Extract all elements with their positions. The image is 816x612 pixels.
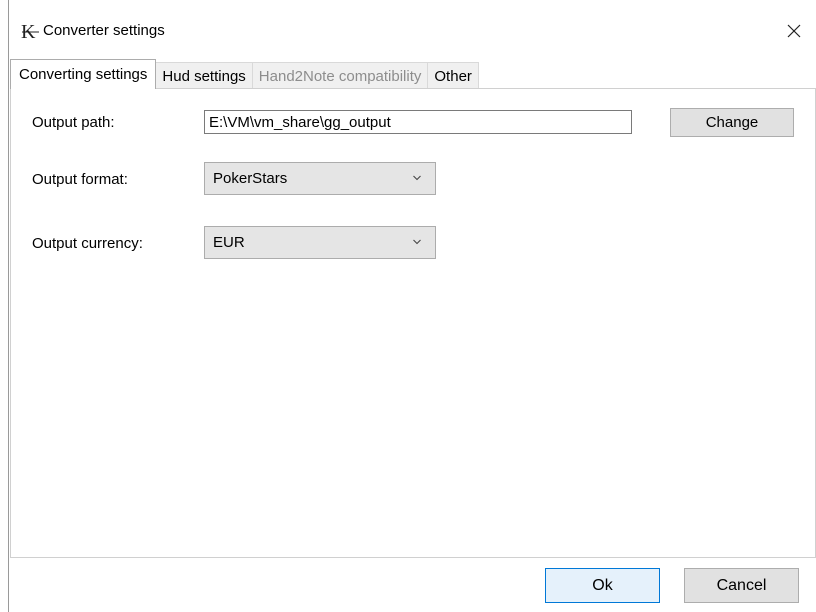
close-icon <box>787 24 801 38</box>
cancel-button[interactable]: Cancel <box>684 568 799 603</box>
title-bar: K Converter settings <box>9 0 816 58</box>
ok-button[interactable]: Ok <box>545 568 660 603</box>
tab-hud-settings[interactable]: Hud settings <box>155 62 253 89</box>
output-format-select[interactable]: PokerStars <box>204 162 436 195</box>
tab-hand2note-compatibility: Hand2Note compatibility <box>251 62 429 89</box>
output-format-label: Output format: <box>32 171 128 188</box>
k-logo-icon: K <box>21 21 39 42</box>
dialog-footer: Ok Cancel <box>9 558 816 612</box>
output-format-value: PokerStars <box>213 170 288 187</box>
tab-strip: Converting settings Hud settings Hand2No… <box>10 59 479 89</box>
output-currency-select[interactable]: EUR <box>204 226 436 259</box>
window-title: Converter settings <box>43 22 165 39</box>
close-button[interactable] <box>772 14 816 48</box>
chevron-down-icon <box>413 175 421 181</box>
output-currency-label: Output currency: <box>32 235 143 252</box>
tab-converting-settings[interactable]: Converting settings <box>10 59 157 89</box>
output-path-label: Output path: <box>32 114 115 131</box>
output-path-input[interactable] <box>204 110 632 134</box>
converting-settings-panel: Output path: Change Output format: Poker… <box>10 88 816 558</box>
chevron-down-icon <box>413 239 421 245</box>
output-currency-value: EUR <box>213 234 245 251</box>
change-button[interactable]: Change <box>670 108 794 137</box>
tab-other[interactable]: Other <box>427 62 479 89</box>
converter-settings-dialog: K Converter settings Converting settings… <box>8 0 816 612</box>
